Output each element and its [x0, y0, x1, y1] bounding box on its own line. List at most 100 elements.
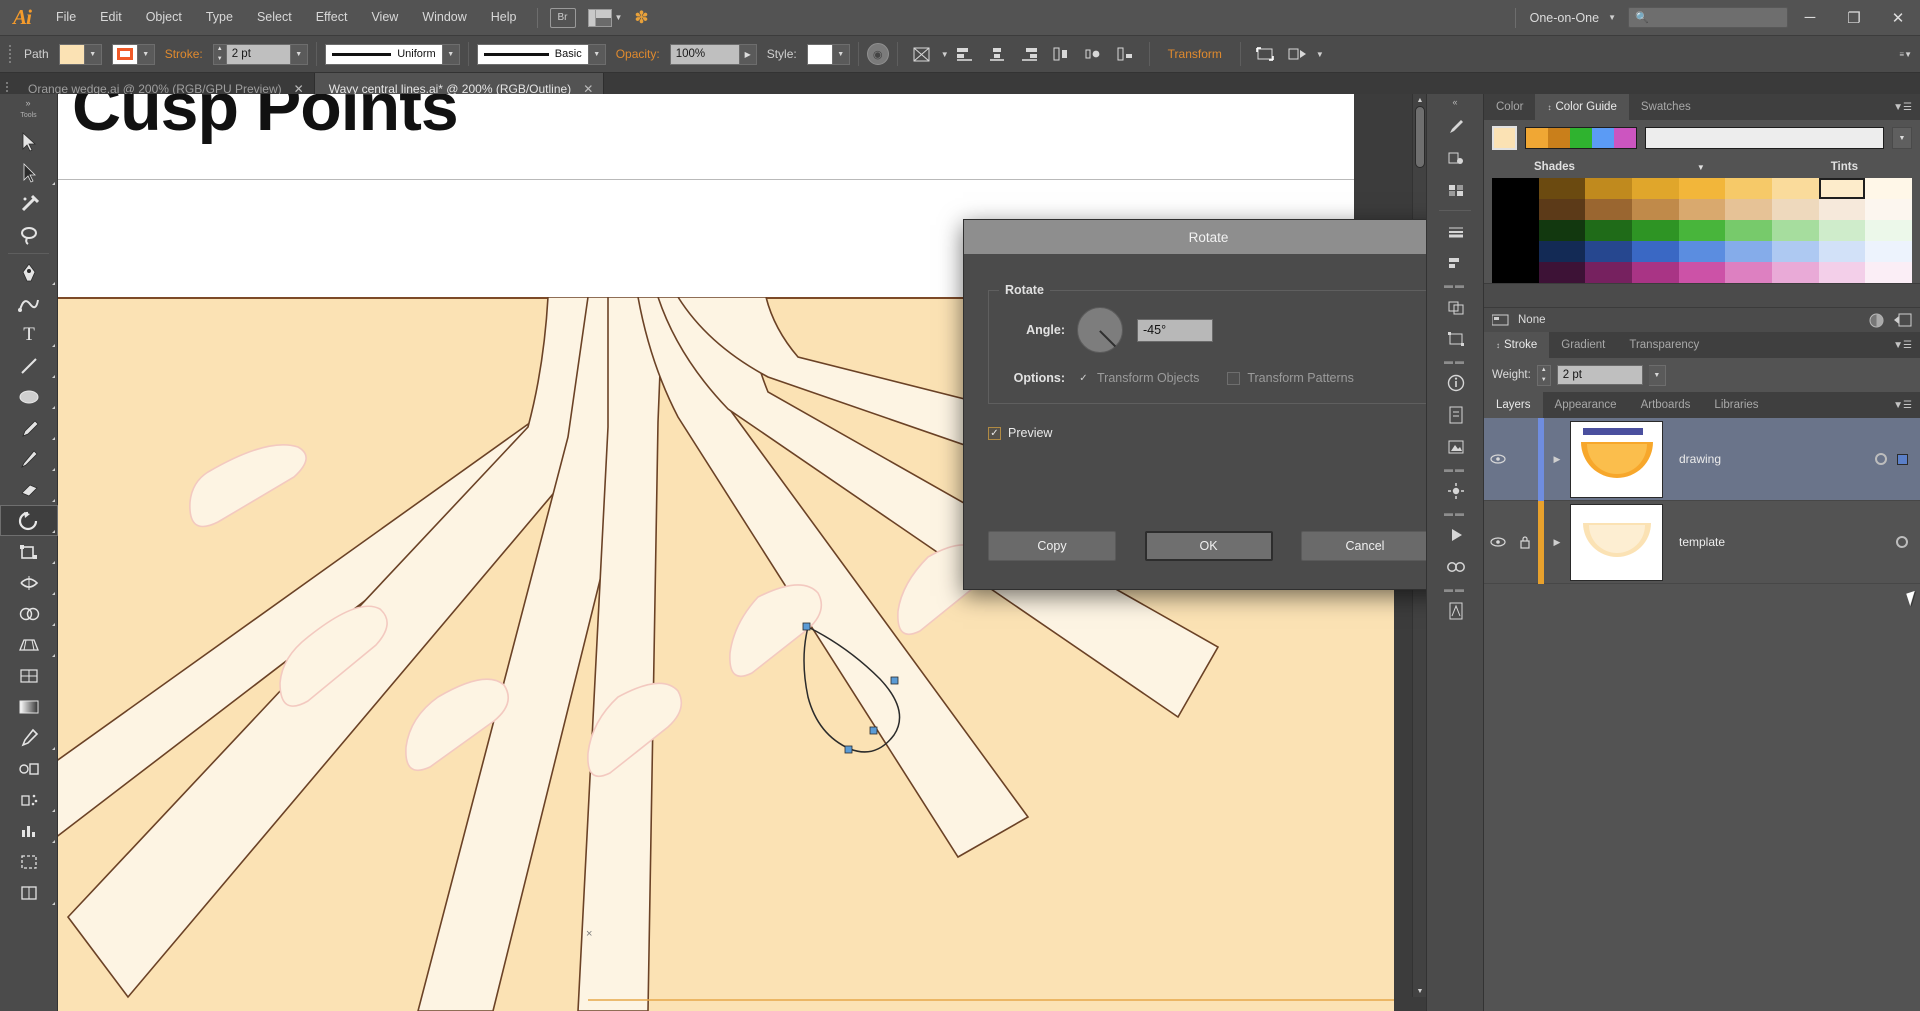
- color-cell[interactable]: [1585, 241, 1632, 262]
- distribute-left-icon[interactable]: [1049, 43, 1073, 65]
- shape-builder-tool[interactable]: [0, 598, 58, 629]
- transform-objects-checkbox[interactable]: ✓ Transform Objects: [1077, 371, 1199, 385]
- harmony-swatch-2[interactable]: [1548, 128, 1570, 148]
- brush-definition-group[interactable]: Basic ▼: [476, 43, 606, 65]
- tab-appearance[interactable]: Appearance: [1543, 392, 1629, 418]
- type-tool[interactable]: T: [0, 319, 58, 350]
- isolate-selected-icon[interactable]: [1253, 43, 1277, 65]
- swatches-icon[interactable]: [1427, 174, 1485, 206]
- color-cell[interactable]: [1818, 220, 1866, 241]
- tool-flyout-indicator[interactable]: [52, 809, 55, 812]
- color-cell[interactable]: [1818, 241, 1866, 262]
- dock-collapse-button[interactable]: «: [1427, 94, 1483, 110]
- color-cell[interactable]: [1725, 199, 1772, 220]
- pencil-tool[interactable]: [0, 443, 58, 474]
- maximize-button[interactable]: ❐: [1832, 0, 1876, 35]
- tool-flyout-indicator[interactable]: [52, 623, 55, 626]
- tool-flyout-indicator[interactable]: [52, 530, 55, 533]
- color-cell[interactable]: [1725, 241, 1772, 262]
- rotate-tool[interactable]: [0, 505, 58, 536]
- stroke-weight-input[interactable]: 2 pt: [1556, 365, 1643, 385]
- distribute-right-icon[interactable]: [1113, 43, 1137, 65]
- panel-menu-icon[interactable]: ▼☰: [1893, 332, 1920, 358]
- color-cell[interactable]: [1492, 241, 1539, 262]
- color-cell[interactable]: [1632, 220, 1679, 241]
- tool-flyout-indicator[interactable]: [52, 375, 55, 378]
- navigator-icon[interactable]: [1427, 595, 1485, 627]
- distribute-center-icon[interactable]: [1081, 43, 1105, 65]
- harmony-swatch-4[interactable]: [1592, 128, 1614, 148]
- color-cell[interactable]: [1632, 178, 1679, 199]
- stroke-preview-icon[interactable]: [1492, 314, 1510, 327]
- color-cell[interactable]: [1632, 241, 1679, 262]
- tool-flyout-indicator[interactable]: [52, 747, 55, 750]
- color-cell[interactable]: [1492, 199, 1539, 220]
- harmony-rule-field[interactable]: [1645, 127, 1884, 149]
- color-cell[interactable]: [1585, 262, 1632, 283]
- tool-flyout-indicator[interactable]: [52, 182, 55, 185]
- stroke-weight-field-group[interactable]: ▲ ▼ 2 pt ▼: [212, 43, 308, 65]
- align-right-icon[interactable]: [1017, 43, 1041, 65]
- width-profile-group[interactable]: Uniform ▼: [324, 43, 460, 65]
- line-segment-tool[interactable]: [0, 350, 58, 381]
- bridge-icon[interactable]: Br: [549, 7, 576, 28]
- recolor-artwork-icon[interactable]: ◉: [866, 43, 889, 65]
- base-color-swatch[interactable]: [1492, 126, 1517, 150]
- stroke-weight-stepper[interactable]: ▲ ▼: [1536, 364, 1551, 386]
- slice-tool[interactable]: [0, 877, 58, 908]
- color-cell[interactable]: [1678, 220, 1726, 241]
- color-cell[interactable]: [1865, 241, 1912, 262]
- color-cell[interactable]: [1492, 262, 1539, 283]
- brush-definition-chevron-down-icon[interactable]: ▼: [588, 43, 606, 65]
- menu-edit[interactable]: Edit: [88, 0, 134, 35]
- direct-selection-tool[interactable]: [0, 157, 58, 188]
- symbol-sprayer-tool[interactable]: [0, 784, 58, 815]
- tool-flyout-indicator[interactable]: [52, 654, 55, 657]
- color-cell[interactable]: [1725, 262, 1772, 283]
- color-cell[interactable]: [1772, 262, 1819, 283]
- layer-expand-icon[interactable]: ▶: [1544, 454, 1570, 465]
- fill-swatch[interactable]: [58, 43, 85, 65]
- stroke-swatch[interactable]: [111, 43, 138, 65]
- preview-checkbox[interactable]: ✓ Preview: [988, 426, 1429, 440]
- color-cell[interactable]: [1538, 178, 1586, 199]
- layer-name[interactable]: template: [1663, 535, 1896, 549]
- tool-flyout-indicator[interactable]: [52, 282, 55, 285]
- artboard-tool[interactable]: [0, 846, 58, 877]
- menu-effect[interactable]: Effect: [304, 0, 360, 35]
- close-button[interactable]: ✕: [1876, 0, 1920, 35]
- color-cell[interactable]: [1538, 220, 1586, 241]
- tool-flyout-indicator[interactable]: [52, 902, 55, 905]
- graphic-style-group[interactable]: ▼: [806, 43, 850, 65]
- menu-file[interactable]: File: [44, 0, 88, 35]
- draw-mode-chevron-down-icon[interactable]: ▼: [1316, 50, 1324, 59]
- paintbrush-tool[interactable]: [0, 412, 58, 443]
- tab-stroke[interactable]: ↕ Stroke: [1484, 332, 1550, 358]
- limit-color-group-icon[interactable]: [1869, 313, 1884, 328]
- tab-libraries[interactable]: Libraries: [1702, 392, 1770, 418]
- search-input[interactable]: 🔍: [1628, 7, 1788, 28]
- color-cell[interactable]: [1585, 220, 1632, 241]
- menu-select[interactable]: Select: [245, 0, 304, 35]
- color-cell[interactable]: [1865, 262, 1912, 283]
- harmony-swatch-3[interactable]: [1570, 128, 1592, 148]
- align-icon[interactable]: [1427, 247, 1485, 279]
- tab-artboards[interactable]: Artboards: [1629, 392, 1703, 418]
- tab-layers[interactable]: Layers: [1484, 392, 1543, 418]
- tool-flyout-indicator[interactable]: [52, 406, 55, 409]
- color-cell[interactable]: [1538, 241, 1586, 262]
- color-cell[interactable]: [1725, 178, 1772, 199]
- transform-panel-icon[interactable]: [1427, 323, 1485, 355]
- stroke-weight-stepper[interactable]: ▲ ▼: [212, 43, 227, 65]
- color-cell[interactable]: [1818, 262, 1866, 283]
- ok-button[interactable]: OK: [1144, 531, 1273, 561]
- color-cell[interactable]: [1865, 220, 1912, 241]
- eraser-tool[interactable]: [0, 474, 58, 505]
- draw-mode-icon[interactable]: [1285, 43, 1309, 65]
- layer-row-template[interactable]: ▶ template: [1484, 500, 1920, 584]
- tool-flyout-indicator[interactable]: [52, 561, 55, 564]
- align-center-horizontal-icon[interactable]: [985, 43, 1009, 65]
- pen-tool[interactable]: [0, 257, 58, 288]
- width-tool[interactable]: [0, 567, 58, 598]
- fill-chevron-down-icon[interactable]: ▼: [84, 43, 102, 65]
